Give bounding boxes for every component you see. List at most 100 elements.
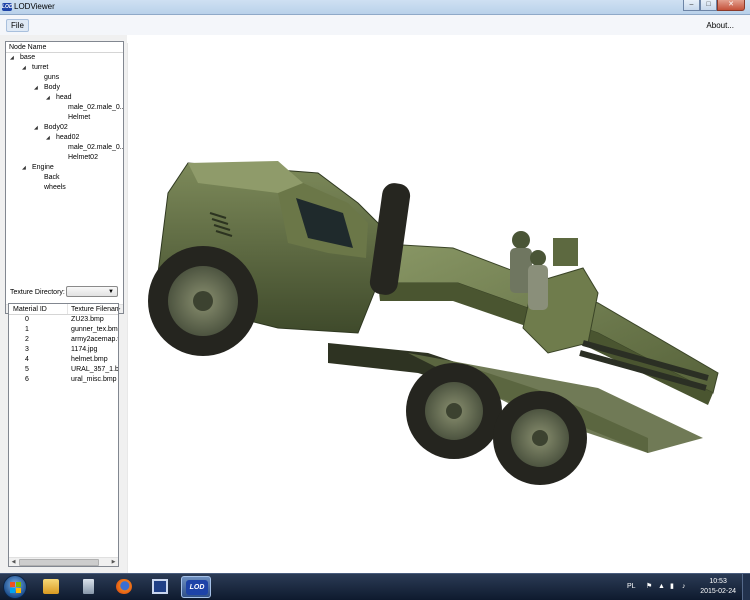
menu-about[interactable]: About...	[706, 21, 734, 30]
texture-filename-cell: ural_misc.bmp	[71, 376, 117, 383]
lodviewer-icon: LOD	[186, 580, 208, 595]
rear-wheel-1	[406, 363, 502, 459]
tree-node-label: Helmet	[68, 114, 91, 121]
show-hidden-icons-icon[interactable]: ▲	[658, 583, 666, 590]
menu-bar: File About...	[0, 15, 750, 35]
table-row[interactable]: 2 army2acemap.t	[9, 335, 118, 345]
column-texture-filename[interactable]: Texture Filenam	[68, 304, 118, 314]
tree-node[interactable]: ◢ head02	[6, 133, 123, 143]
texture-filename-cell: URAL_357_1.bm	[71, 366, 118, 373]
tree-node[interactable]: ◢ head	[6, 93, 123, 103]
table-row[interactable]: 4 helmet.bmp	[9, 355, 118, 365]
tree-node-label: Body	[44, 84, 60, 91]
tree-rows: ◢ base ◢ turret guns ◢ Body ◢ head male_02.male_0…	[6, 53, 123, 193]
menu-file[interactable]: File	[6, 19, 29, 32]
texture-filename-cell: ZU23.bmp	[71, 316, 104, 323]
maximize-button[interactable]: □	[700, 0, 717, 11]
tree-node[interactable]: ◢ base	[6, 53, 123, 63]
expand-arrow-icon[interactable]: ◢	[46, 93, 50, 103]
clock[interactable]: 10:53 2015-02-24	[700, 577, 736, 597]
texture-directory-select[interactable]: ▼	[66, 286, 118, 297]
expand-arrow-icon[interactable]: ◢	[22, 63, 26, 73]
tree-node-label: head	[56, 94, 72, 101]
expand-arrow-icon[interactable]: ◢	[34, 123, 38, 133]
taskbar-calculator[interactable]	[73, 576, 103, 598]
rear-wheel-2	[493, 391, 587, 485]
taskbar-explorer[interactable]	[36, 576, 66, 598]
scroll-right-icon[interactable]: ▶	[109, 558, 118, 566]
table-row[interactable]: 3 1174.jpg	[9, 345, 118, 355]
tree-node[interactable]: male_02.male_0...	[6, 103, 123, 113]
tree-node-label: Helmet02	[68, 154, 98, 161]
tree-node[interactable]: Helmet02	[6, 153, 123, 163]
firefox-icon	[116, 579, 132, 594]
tree-node[interactable]: ◢ Body	[6, 83, 123, 93]
floppy-app-icon	[152, 579, 168, 594]
model-viewport[interactable]	[127, 43, 747, 573]
taskbar-firefox[interactable]	[109, 576, 139, 598]
tree-node[interactable]: Helmet	[6, 113, 123, 123]
taskbar-lodviewer[interactable]: LOD	[181, 576, 211, 598]
left-panel: Node Name ◢ base ◢ turret guns ◢ Body ◢ head male…	[0, 35, 127, 573]
material-id-cell: 3	[25, 346, 29, 353]
tree-node[interactable]: Back	[6, 173, 123, 183]
materials-horizontal-scrollbar[interactable]: ◀ ▶	[9, 557, 118, 566]
start-button[interactable]	[3, 575, 27, 599]
tree-node-label: turret	[32, 64, 49, 71]
tree-node[interactable]: male_02.male_0...	[6, 143, 123, 153]
close-button[interactable]: ✕	[717, 0, 745, 11]
material-id-cell: 2	[25, 336, 29, 343]
taskbar-floppy-app[interactable]	[145, 576, 175, 598]
system-tray: PL ⚑ ▲ ▮ ♪ 10:53 2015-02-24	[620, 574, 750, 600]
clock-time: 10:53	[709, 578, 727, 585]
material-id-cell: 0	[25, 316, 29, 323]
expand-arrow-icon[interactable]: ◢	[22, 163, 26, 173]
column-material-id[interactable]: Material ID	[9, 304, 68, 314]
texture-filename-cell: gunner_tex.bm	[71, 326, 118, 333]
tree-node[interactable]: guns	[6, 73, 123, 83]
scroll-left-icon[interactable]: ◀	[9, 558, 18, 566]
materials-table[interactable]: Material ID Texture Filenam 0 ZU23.bmp 1 gu…	[8, 303, 119, 567]
node-tree[interactable]: Node Name ◢ base ◢ turret guns ◢ Body ◢ head male…	[5, 41, 124, 314]
volume-icon[interactable]: ♪	[682, 583, 690, 590]
expand-arrow-icon[interactable]: ◢	[46, 133, 50, 143]
tree-node-label: male_02.male_0...	[68, 104, 124, 111]
expand-arrow-icon[interactable]: ◢	[34, 83, 38, 93]
tree-node[interactable]: ◢ Engine	[6, 163, 123, 173]
texture-directory-label: Texture Directory:	[10, 289, 65, 296]
tree-node-label: base	[20, 54, 36, 61]
explorer-icon	[43, 579, 59, 594]
window-title: LODViewer	[14, 2, 55, 11]
table-row[interactable]: 1 gunner_tex.bm	[9, 325, 118, 335]
windows-logo-icon	[10, 582, 21, 593]
title-bar: LOD LODViewer – □ ✕	[0, 0, 750, 15]
table-row[interactable]: 0 ZU23.bmp	[9, 315, 118, 325]
minimize-button[interactable]: –	[683, 0, 700, 11]
chevron-down-icon: ▼	[108, 289, 114, 295]
expand-arrow-icon[interactable]: ◢	[10, 53, 14, 63]
taskbar: LOD PL ⚑ ▲ ▮ ♪ 10:53 2015-02-24	[0, 573, 750, 600]
language-indicator[interactable]: PL	[627, 583, 636, 590]
network-signal-icon[interactable]: ▮	[670, 583, 678, 590]
table-row[interactable]: 5 URAL_357_1.bm	[9, 365, 118, 375]
scrollbar-thumb[interactable]	[19, 559, 99, 566]
tree-node-label: guns	[44, 74, 60, 81]
tree-column-header[interactable]: Node Name	[6, 42, 123, 53]
turret-sight	[553, 238, 578, 266]
table-row[interactable]: 6 ural_misc.bmp	[9, 375, 118, 385]
tree-node-label: Engine	[32, 164, 54, 171]
tree-node[interactable]: wheels	[6, 183, 123, 193]
tree-node[interactable]: ◢ Body02	[6, 123, 123, 133]
texture-filename-cell: helmet.bmp	[71, 356, 108, 363]
material-id-cell: 4	[25, 356, 29, 363]
tree-node[interactable]: ◢ turret	[6, 63, 123, 73]
clock-date: 2015-02-24	[700, 588, 736, 595]
tree-node-label: Back	[44, 174, 60, 181]
material-id-cell: 6	[25, 376, 29, 383]
calculator-icon	[83, 579, 94, 594]
notification-flag-icon[interactable]: ⚑	[646, 583, 654, 590]
show-desktop-button[interactable]	[742, 574, 750, 600]
material-id-cell: 1	[25, 326, 29, 333]
front-wheel	[148, 246, 258, 356]
material-id-cell: 5	[25, 366, 29, 373]
